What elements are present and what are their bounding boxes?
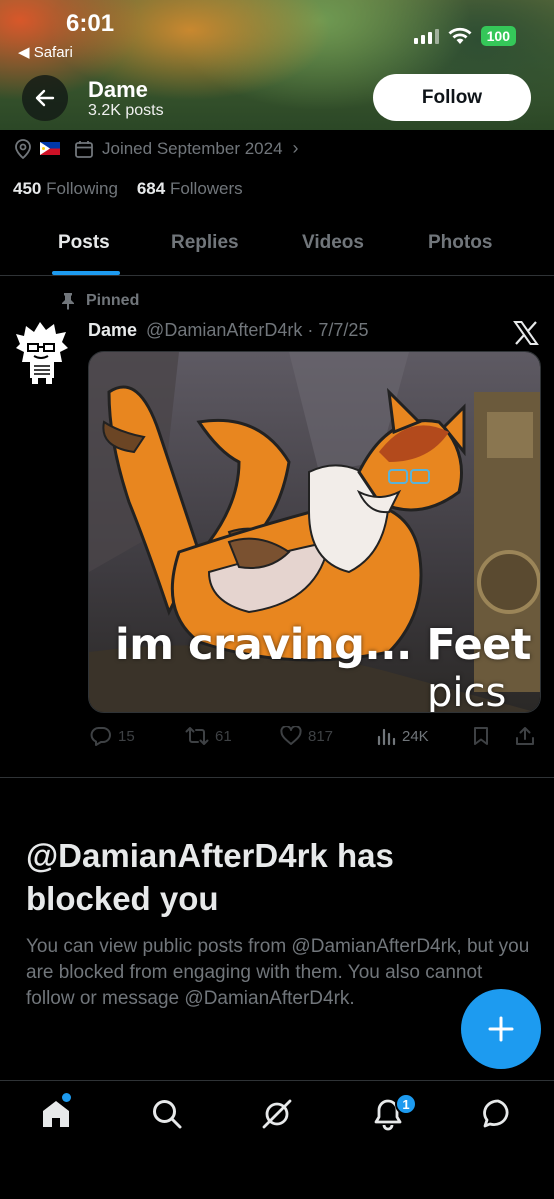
pinned-label-row: Pinned [60, 292, 139, 310]
repost-count: 61 [215, 727, 232, 745]
post-actions: 15 61 817 24K [88, 726, 538, 752]
tab-videos[interactable]: Videos [302, 232, 364, 254]
post-separator: · [307, 320, 314, 340]
back-button[interactable] [22, 75, 68, 121]
header-post-count: 3.2K posts [88, 102, 164, 119]
grok-icon[interactable] [260, 1097, 294, 1131]
tab-photos[interactable]: Photos [428, 232, 492, 254]
post-author-handle[interactable]: @DamianAfterD4rk [146, 320, 302, 340]
home-unread-dot [62, 1093, 71, 1102]
tab-posts[interactable]: Posts [58, 232, 110, 254]
post-divider [0, 777, 554, 778]
wifi-icon [448, 27, 472, 44]
compose-button[interactable] [461, 989, 541, 1069]
joined-date: Joined September 2024 [102, 138, 283, 158]
header-display-name: Dame [88, 77, 148, 102]
repost-button[interactable]: 61 [185, 726, 232, 746]
pin-icon [62, 293, 74, 310]
pinned-label: Pinned [86, 292, 140, 309]
back-to-safari-link[interactable]: ◀ Safari [18, 43, 73, 61]
bookmark-icon[interactable] [472, 726, 490, 746]
tab-replies[interactable]: Replies [171, 232, 239, 254]
post-date[interactable]: 7/7/25 [318, 320, 368, 340]
search-icon[interactable] [150, 1097, 184, 1131]
avatar[interactable] [12, 320, 72, 384]
profile-meta-row: Joined September 2024 › [14, 138, 299, 159]
blocked-message: You can view public posts from @DamianAf… [26, 936, 530, 1009]
media-caption-line-1: im craving... Feet [115, 620, 531, 670]
reply-icon [90, 727, 111, 746]
bottom-navigation: 1 [0, 1080, 554, 1199]
compose-plus-icon [488, 1016, 514, 1042]
location-icon [15, 138, 31, 159]
status-icons: 100 [413, 26, 516, 46]
blocked-title: @DamianAfterD4rk has blocked you [26, 837, 394, 917]
post-media-image[interactable]: im craving... Feet pics [88, 351, 541, 713]
calendar-icon [75, 140, 93, 158]
post-header: Dame @DamianAfterD4rk · 7/7/25 [88, 320, 368, 341]
reply-button[interactable]: 15 [90, 726, 135, 746]
post-author-name[interactable]: Dame [88, 320, 137, 340]
home-icon[interactable] [39, 1097, 73, 1131]
views-button[interactable]: 24K [376, 726, 429, 746]
follow-counts: 450 Following 684 Followers [13, 179, 243, 199]
messages-icon[interactable] [481, 1097, 515, 1131]
reply-count: 15 [118, 727, 135, 745]
like-icon [280, 726, 302, 745]
philippines-flag-icon [40, 142, 60, 155]
like-count: 817 [308, 727, 334, 745]
media-caption-line-2: pics [427, 670, 507, 713]
like-button[interactable]: 817 [280, 726, 333, 746]
chevron-right-icon[interactable]: › [293, 138, 299, 159]
views-count: 24K [402, 727, 429, 745]
notifications-badge: 1 [395, 1093, 417, 1115]
followers-link[interactable]: 684 Followers [137, 179, 243, 198]
back-arrow-icon [35, 89, 55, 107]
status-time: 6:01 [66, 10, 115, 37]
battery-indicator: 100 [480, 26, 516, 46]
following-link[interactable]: 450 Following [13, 179, 118, 198]
active-tab-indicator [52, 271, 120, 275]
profile-tabs: Posts Replies Videos Photos [0, 222, 554, 276]
views-icon [377, 728, 396, 746]
x-logo-icon[interactable] [513, 320, 539, 346]
share-icon[interactable] [515, 726, 535, 746]
repost-icon [185, 727, 209, 745]
follow-button[interactable]: Follow [373, 74, 531, 121]
signal-icon [413, 28, 439, 44]
